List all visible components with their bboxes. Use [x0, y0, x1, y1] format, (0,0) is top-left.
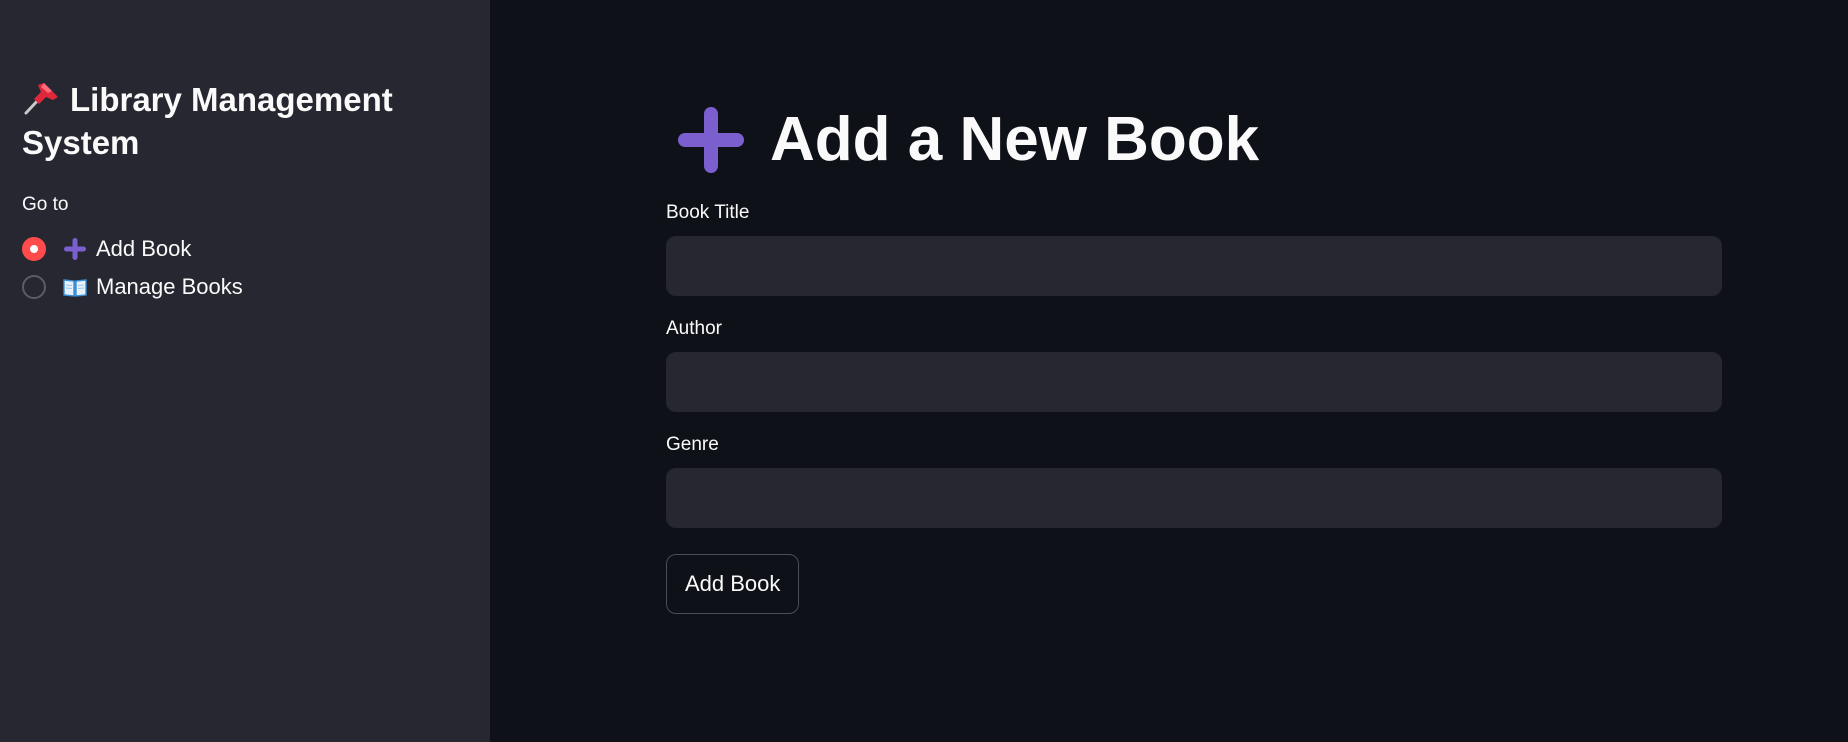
pushpin-icon	[24, 83, 58, 115]
sidebar-title: Library Management System	[22, 78, 468, 164]
book-title-field-group: Book Title	[666, 202, 1722, 296]
nav-label: Go to	[22, 194, 69, 215]
nav-radio-group: Add Book Manage Books	[22, 230, 468, 306]
nav-option-label: Manage Books	[96, 274, 243, 299]
radio-button[interactable]	[22, 275, 46, 299]
nav-option-add-book[interactable]: Add Book	[22, 230, 468, 268]
plus-icon	[678, 107, 744, 173]
author-label: Author	[666, 318, 722, 339]
author-field-group: Author	[666, 318, 1722, 412]
sidebar-title-text: Library Management System	[22, 81, 393, 161]
book-title-input[interactable]	[666, 236, 1722, 296]
genre-input[interactable]	[666, 468, 1722, 528]
sidebar: Library Management System Go to Add Book	[0, 0, 490, 742]
open-book-icon	[63, 279, 87, 297]
nav-option-manage-books[interactable]: Manage Books	[22, 268, 468, 306]
genre-label: Genre	[666, 434, 719, 455]
app-root: Library Management System Go to Add Book	[0, 0, 1848, 742]
page-title: Add a New Book	[666, 100, 1722, 180]
plus-icon	[64, 238, 86, 260]
genre-field-group: Genre	[666, 434, 1722, 528]
add-book-form: Add a New Book Book Title Author Genre A…	[666, 100, 1722, 614]
main-content: Add a New Book Book Title Author Genre A…	[490, 0, 1848, 742]
nav-option-label: Add Book	[96, 236, 192, 261]
radio-button-selected[interactable]	[22, 237, 46, 261]
book-title-label: Book Title	[666, 202, 750, 223]
author-input[interactable]	[666, 352, 1722, 412]
add-book-button[interactable]: Add Book	[666, 554, 800, 614]
page-title-text: Add a New Book	[770, 105, 1260, 174]
